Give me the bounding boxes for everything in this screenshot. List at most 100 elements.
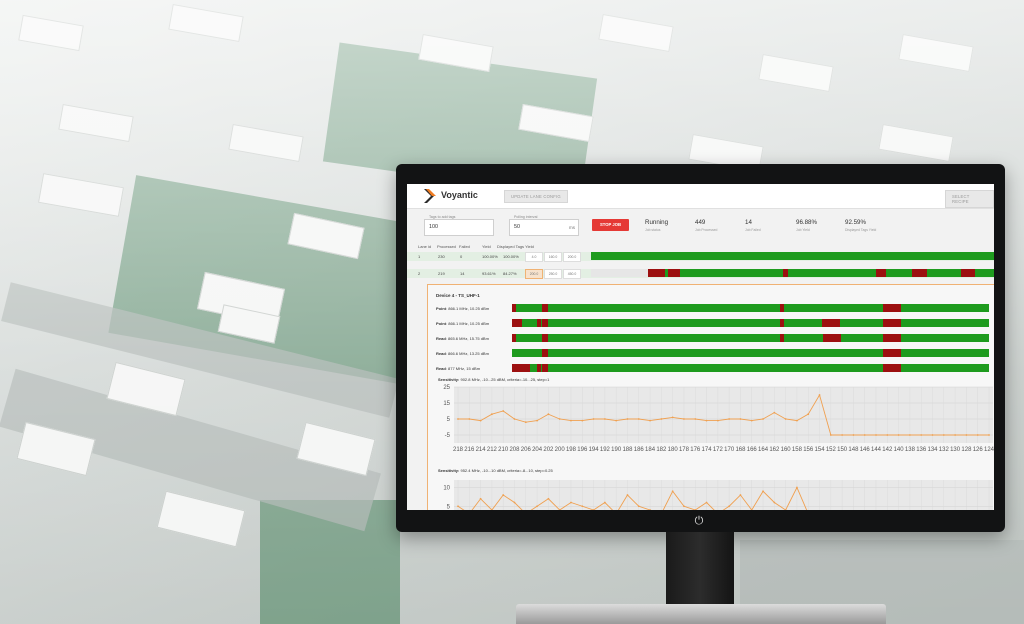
update-lane-config-button[interactable]: UPDATE LANE CONFIG — [504, 190, 568, 203]
lane-1-result-bar — [591, 252, 994, 260]
lane-row-1[interactable]: 1 230 0 100.00% 100.00% 4.0 160.0 200.0 — [407, 252, 994, 262]
data-point — [863, 434, 866, 436]
data-point — [637, 505, 640, 508]
lane-2-result-bar — [591, 269, 994, 277]
tags-value: 100 — [429, 224, 438, 230]
x-tick-label: 180 — [668, 447, 679, 453]
x-tick-label: 176 — [690, 447, 701, 453]
test-1-bar — [512, 304, 989, 312]
polling-interval-field[interactable]: Polling interval 50 ms — [509, 215, 579, 236]
data-point — [457, 505, 459, 508]
stop-job-button[interactable]: STOP JOB — [592, 219, 629, 231]
x-tick-label: 158 — [792, 447, 803, 453]
data-point — [852, 434, 855, 436]
data-point — [671, 416, 674, 419]
data-point — [841, 434, 844, 436]
polling-unit: ms — [569, 225, 575, 230]
test-2-bar — [512, 319, 989, 327]
lane-1-btn-b[interactable]: 160.0 — [544, 252, 562, 262]
x-tick-label: 156 — [803, 447, 814, 453]
data-point — [920, 434, 923, 436]
x-tick-label: 146 — [860, 447, 871, 453]
data-point — [547, 413, 550, 416]
data-point — [773, 501, 776, 504]
data-point — [502, 410, 505, 412]
data-point — [705, 501, 708, 504]
lane-1-btn-c[interactable]: 200.0 — [563, 252, 581, 262]
data-point — [942, 434, 945, 436]
data-point — [524, 421, 527, 424]
data-point — [829, 434, 832, 436]
x-tick-label: 172 — [713, 447, 724, 453]
data-point — [536, 419, 538, 422]
y-tick-label: 25 — [443, 385, 450, 391]
x-tick-label: 154 — [815, 447, 826, 453]
x-tick-label: 188 — [622, 447, 633, 453]
data-point — [988, 434, 990, 436]
lane-2-btn-c[interactable]: 450.0 — [563, 269, 581, 279]
data-point — [479, 419, 482, 422]
x-tick-label: 164 — [758, 447, 769, 453]
sensitivity-2-label: Sensitivity: 952.4 MHz, -10...10 dBM, cr… — [438, 468, 553, 473]
x-tick-label: 194 — [589, 447, 600, 453]
data-point — [603, 501, 606, 504]
screen: Voyantic UPDATE LANE CONFIG SELECT RECIP… — [407, 184, 994, 510]
data-point — [637, 418, 640, 420]
data-point — [502, 494, 505, 496]
lane-2-btn-a[interactable]: 200.0 — [525, 269, 543, 279]
x-tick-label: 196 — [577, 447, 588, 453]
x-tick-label: 208 — [509, 447, 520, 453]
data-point — [683, 418, 685, 420]
data-point — [784, 418, 787, 420]
x-tick-label: 186 — [634, 447, 645, 453]
data-point — [739, 418, 742, 420]
sensitivity-chart-2: 1050 — [443, 480, 993, 510]
x-tick-label: 190 — [611, 447, 622, 453]
x-tick-label: 202 — [543, 447, 554, 453]
x-tick-label: 182 — [656, 447, 667, 453]
lane-2-btn-b[interactable]: 250.0 — [544, 269, 562, 279]
lane-1-btn-a[interactable]: 4.0 — [525, 252, 543, 262]
data-point — [603, 418, 606, 420]
x-tick-label: 206 — [521, 447, 532, 453]
select-recipe-button[interactable]: SELECT RECIPE — [945, 190, 994, 208]
data-point — [762, 418, 764, 420]
sensitivity-1-label: Sensitivity: 902.8 MHz, -10...25 dBM, cr… — [438, 377, 550, 382]
data-point — [592, 418, 595, 420]
data-point — [705, 419, 708, 422]
data-point — [479, 497, 482, 500]
x-tick-label: 170 — [724, 447, 735, 453]
tags-field[interactable]: Tags to add tags 100 — [424, 215, 494, 236]
x-tick-label: 160 — [781, 447, 792, 453]
data-point — [615, 419, 618, 422]
data-point — [886, 434, 889, 436]
data-point — [762, 490, 764, 493]
monitor-stand — [666, 532, 734, 606]
data-point — [457, 418, 459, 420]
x-tick-label: 128 — [961, 447, 972, 453]
data-point — [581, 505, 584, 508]
chart-plot-area — [454, 480, 993, 510]
test-row-5: Read: 877 MHz, 15 dBm — [436, 364, 994, 373]
data-point — [976, 434, 979, 436]
data-point — [490, 413, 493, 416]
x-tick-label: 166 — [747, 447, 758, 453]
device-detail-panel: Device 4 - TS_UHF-1 Point: 866.1 MHz, 10… — [427, 284, 994, 510]
x-tick-label: 126 — [973, 447, 984, 453]
x-tick-label: 168 — [735, 447, 746, 453]
x-tick-label: 144 — [871, 447, 882, 453]
monitor: Voyantic UPDATE LANE CONFIG SELECT RECIP… — [396, 164, 1005, 532]
x-tick-label: 218 — [453, 447, 464, 453]
data-point — [581, 419, 584, 422]
x-tick-label: 174 — [702, 447, 713, 453]
data-point — [570, 419, 572, 422]
x-tick-label: 162 — [769, 447, 780, 453]
x-tick-label: 178 — [679, 447, 690, 453]
lane-row-2[interactable]: 2 219 14 93.61% 84.27% 200.0 250.0 450.0 — [407, 269, 994, 279]
x-tick-label: 140 — [894, 447, 905, 453]
power-icon[interactable]: ⏻ — [692, 514, 706, 528]
data-point — [931, 434, 934, 436]
data-point — [536, 505, 538, 508]
data-point — [750, 419, 753, 422]
data-point — [728, 505, 731, 508]
